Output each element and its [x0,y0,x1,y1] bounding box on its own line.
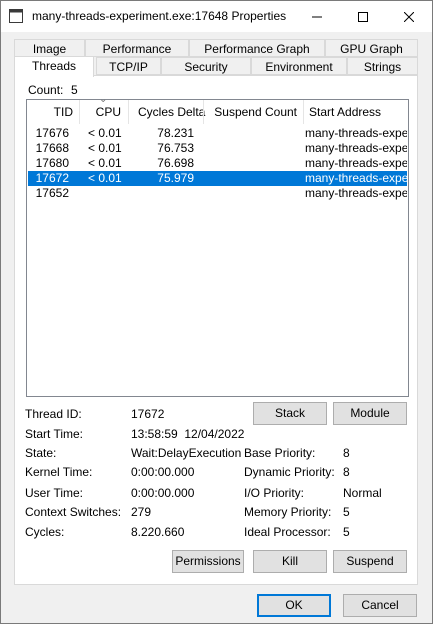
dynamic-priority-label: Dynamic Priority: [244,465,335,479]
thread-id-label: Thread ID: [25,407,82,421]
context-switches-label: Context Switches: [25,505,122,519]
base-priority-value: 8 [343,446,350,460]
window-title: many-threads-experiment.exe:17648 Proper… [32,9,287,23]
permissions-button[interactable]: Permissions [172,550,244,573]
thread-list[interactable]: TID ⌄ CPU Cycles Delta Suspend Count Sta… [26,94,409,397]
ideal-processor-value: 5 [343,525,350,539]
start-time-value: 13:58:59 12/04/2022 [131,427,245,441]
cell-start-address: many-threads-expe... [305,156,407,170]
cell-tid: 17680 [35,156,69,170]
cell-start-address: many-threads-expe... [305,141,407,155]
base-priority-label: Base Priority: [244,446,316,460]
tab-performance-graph[interactable]: Performance Graph [189,39,325,57]
dialog-content: Image Performance Performance Graph GPU … [1,32,432,623]
minimize-button[interactable] [294,1,340,32]
column-header-suspend-count[interactable]: Suspend Count [203,100,297,124]
cell-start-address: many-threads-expe... [305,186,407,200]
cycles-label: Cycles: [25,525,65,539]
ideal-processor-label: Ideal Processor: [244,525,331,539]
tab-image[interactable]: Image [14,39,85,57]
count-label: Count: [28,83,64,97]
kernel-time-value: 0:00:00.000 [131,465,195,479]
close-button[interactable] [386,1,432,32]
cell-cycles-delta: 75.979 [157,171,194,185]
context-switches-value: 279 [131,505,152,519]
kill-button[interactable]: Kill [253,550,327,573]
thread-id-value: 17672 [131,407,165,421]
table-row[interactable]: 17676 < 0.01 78.231 many-threads-expe... [28,126,407,141]
io-priority-value: Normal [343,486,382,500]
maximize-icon [358,11,368,22]
start-time-label: Start Time: [25,427,84,441]
module-button[interactable]: Module [333,402,407,425]
table-row[interactable]: 17680 < 0.01 76.698 many-threads-expe... [28,156,407,171]
tab-tcpip[interactable]: TCP/IP [96,57,161,75]
tab-environment[interactable]: Environment [251,57,347,75]
table-row[interactable]: 17652 many-threads-expe... [28,186,407,201]
tab-performance[interactable]: Performance [85,39,189,57]
io-priority-label: I/O Priority: [244,486,305,500]
tab-threads[interactable]: Threads [14,56,94,77]
properties-window: many-threads-experiment.exe:17648 Proper… [0,0,433,624]
cell-tid: 17672 [35,171,69,185]
cell-cycles-delta: 78.231 [157,126,194,140]
column-header-cycles-delta[interactable]: Cycles Delta [138,100,205,124]
table-row[interactable]: 17668 < 0.01 76.753 many-threads-expe... [28,141,407,156]
window-app-icon [9,9,23,23]
cell-tid: 17652 [35,186,69,200]
title-bar[interactable]: many-threads-experiment.exe:17648 Proper… [1,1,432,32]
column-header-cpu[interactable]: CPU [79,100,121,124]
user-time-value: 0:00:00.000 [131,486,195,500]
cell-cycles-delta: 76.698 [157,156,194,170]
cell-cpu: < 0.01 [88,171,122,185]
tab-security[interactable]: Security [161,57,251,75]
user-time-label: User Time: [25,486,84,500]
close-icon [404,11,414,22]
cycles-value: 8.220.660 [131,525,185,539]
kernel-time-label: Kernel Time: [25,465,93,479]
cell-cpu: < 0.01 [88,141,122,155]
ok-button[interactable]: OK [257,594,331,617]
memory-priority-label: Memory Priority: [244,505,332,519]
count-value: 5 [71,83,78,97]
cell-start-address: many-threads-expe... [305,171,407,185]
tab-strings[interactable]: Strings [347,57,418,75]
column-header-tid[interactable]: TID [27,100,73,124]
cell-cycles-delta: 76.753 [157,141,194,155]
memory-priority-value: 5 [343,505,350,519]
stack-button[interactable]: Stack [253,402,327,425]
cell-tid: 17668 [35,141,69,155]
cell-cpu: < 0.01 [88,156,122,170]
tab-gpu-graph[interactable]: GPU Graph [325,39,418,57]
table-row-selected[interactable]: 17672 < 0.01 75.979 many-threads-expe... [28,171,407,186]
dynamic-priority-value: 8 [343,465,350,479]
state-label: State: [25,446,57,460]
cell-cpu: < 0.01 [88,126,122,140]
cell-tid: 17676 [35,126,69,140]
maximize-button[interactable] [340,1,386,32]
cancel-button[interactable]: Cancel [343,594,417,617]
cell-start-address: many-threads-expe... [305,126,407,140]
minimize-icon [312,16,322,17]
column-header-start-address[interactable]: Start Address [309,100,381,124]
state-value: Wait:DelayExecution [131,446,242,460]
suspend-button[interactable]: Suspend [333,550,407,573]
